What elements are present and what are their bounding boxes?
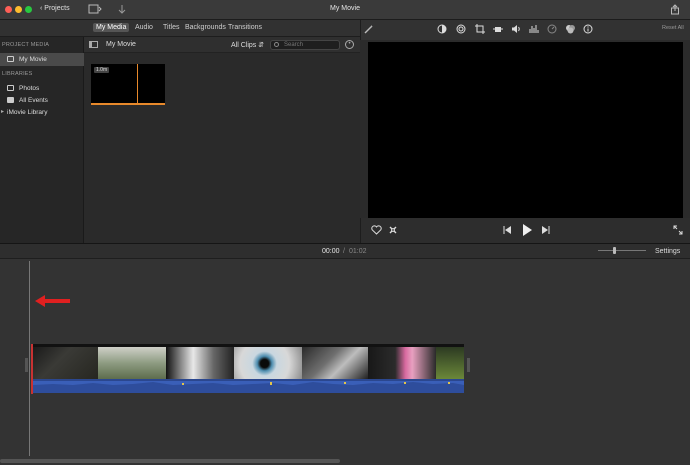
events-icon: [7, 97, 14, 103]
clip-range-bar: [91, 103, 165, 105]
skip-back-icon[interactable]: [503, 226, 512, 234]
search-input-placeholder: Search: [284, 42, 304, 48]
clip-frame: [33, 347, 98, 380]
sidebar-item-my-movie[interactable]: My Movie: [0, 53, 84, 66]
search-field[interactable]: Search: [270, 40, 340, 50]
skimmer-line: [137, 64, 138, 105]
reject-icon[interactable]: [388, 225, 398, 235]
sidebar-item-photos[interactable]: Photos: [0, 83, 84, 94]
favorite-icon[interactable]: [371, 225, 382, 235]
clip-frame: [302, 347, 368, 380]
playback-controls-bar: [360, 218, 690, 243]
sidebar-item-label: Photos: [19, 85, 40, 92]
clip-frame: [98, 347, 166, 380]
equalizer-icon[interactable]: [529, 24, 539, 34]
sidebar: PROJECT MEDIA My Movie LIBRARIES Photos …: [0, 37, 84, 243]
title-bar: ‹ Projects My Movie: [0, 0, 690, 20]
time-separator: /: [343, 248, 345, 255]
adjustments-toolbar: Reset All: [360, 20, 690, 40]
clip-filter-dropdown[interactable]: All Clips ⇵: [231, 41, 264, 49]
zoom-slider[interactable]: [598, 250, 646, 251]
stabilization-icon[interactable]: [493, 24, 503, 34]
playhead-arrow: [35, 295, 71, 307]
filter-icon[interactable]: [565, 24, 576, 34]
share-icon[interactable]: [670, 4, 680, 15]
clip-frame: [436, 347, 464, 380]
up-down-chevron-icon: ⇵: [258, 42, 265, 49]
tab-my-media[interactable]: My Media: [93, 23, 130, 32]
tab-transitions[interactable]: Transitions: [228, 24, 262, 31]
color-correction-icon[interactable]: [456, 24, 466, 34]
clip-duration-badge: 1.0m: [94, 67, 110, 73]
window-title: My Movie: [330, 5, 360, 12]
audio-waveform[interactable]: [33, 379, 464, 393]
tab-backgrounds[interactable]: Backgrounds: [185, 24, 226, 31]
zoom-slider-knob[interactable]: [613, 247, 616, 254]
toggle-sidebar-icon[interactable]: [89, 41, 98, 48]
volume-icon[interactable]: [511, 24, 522, 34]
sidebar-item-label: iMovie Library: [7, 109, 48, 116]
sidebar-item-label: My Movie: [19, 56, 47, 63]
magic-wand-icon[interactable]: [364, 24, 374, 34]
fullscreen-icon[interactable]: [673, 225, 683, 235]
clip-right-handle[interactable]: [467, 358, 470, 372]
reset-all-button[interactable]: Reset All: [662, 25, 684, 31]
clip-thumbnail[interactable]: 1.0m: [91, 64, 165, 105]
tab-audio[interactable]: Audio: [135, 24, 153, 31]
media-tabs-bar: My Media Audio Titles Backgrounds Transi…: [0, 20, 360, 37]
photos-icon: [7, 85, 14, 91]
libraries-heading: LIBRARIES: [2, 71, 33, 77]
info-icon[interactable]: [583, 24, 593, 34]
browser-settings-icon[interactable]: •: [345, 40, 354, 49]
film-icon: [7, 56, 14, 62]
speed-icon[interactable]: [547, 24, 557, 34]
clip-frame: [234, 347, 302, 380]
project-media-heading: PROJECT MEDIA: [2, 42, 50, 48]
color-balance-icon[interactable]: [437, 24, 447, 34]
current-time: 00:00: [322, 248, 340, 255]
sidebar-item-all-events[interactable]: All Events: [0, 95, 84, 106]
timeline-scrollbar[interactable]: [0, 459, 340, 463]
clip-left-handle[interactable]: [25, 358, 28, 372]
play-icon[interactable]: [522, 224, 532, 236]
sidebar-item-label: All Events: [19, 97, 48, 104]
crop-icon[interactable]: [475, 24, 485, 34]
timeline-settings-button[interactable]: Settings: [655, 248, 680, 255]
video-viewer[interactable]: [368, 42, 683, 218]
browser-title: My Movie: [106, 41, 136, 48]
disclosure-triangle-icon[interactable]: ▸: [1, 108, 4, 115]
clip-frame: [368, 347, 436, 380]
skip-forward-icon[interactable]: [541, 226, 550, 234]
tab-titles[interactable]: Titles: [163, 24, 179, 31]
playhead[interactable]: [29, 261, 30, 456]
timeline-video-clip[interactable]: [31, 344, 464, 394]
total-time: 01:02: [349, 248, 367, 255]
search-icon: [274, 42, 279, 47]
timeline-header: 00:00 / 01:02 Settings: [0, 243, 690, 259]
sidebar-item-imovie-library[interactable]: ▸ iMovie Library: [0, 107, 84, 118]
clip-frame: [166, 347, 234, 380]
